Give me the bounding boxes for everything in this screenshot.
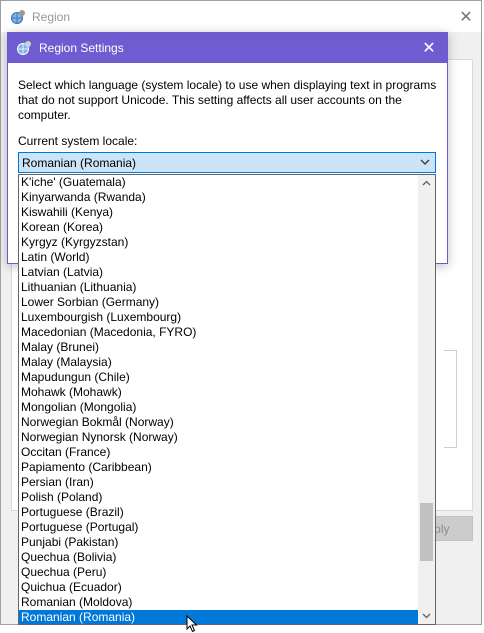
locale-list-item[interactable]: Mohawk (Mohawk): [19, 385, 418, 400]
chevron-down-icon: [422, 613, 431, 619]
scroll-down-button[interactable]: [418, 607, 435, 624]
locale-list-item[interactable]: Quechua (Bolivia): [19, 550, 418, 565]
chevron-up-icon: [422, 180, 431, 186]
close-icon: ✕: [422, 40, 436, 57]
locale-list-item[interactable]: Romanian (Moldova): [19, 595, 418, 610]
locale-list-item[interactable]: Lower Sorbian (Germany): [19, 295, 418, 310]
locale-list-item[interactable]: Macedonian (Macedonia, FYRO): [19, 325, 418, 340]
globe-settings-icon: [11, 9, 25, 24]
locale-list-item[interactable]: Occitan (France): [19, 445, 418, 460]
locale-list-item[interactable]: Papiamento (Caribbean): [19, 460, 418, 475]
locale-list-item[interactable]: Quichua (Ecuador): [19, 580, 418, 595]
locale-list-item[interactable]: K'iche' (Guatemala): [19, 175, 418, 190]
locale-dropdown-list[interactable]: K'iche' (Guatemala) Kinyarwanda (Rwanda) K…: [18, 174, 436, 625]
locale-list-item[interactable]: Lithuanian (Lithuania): [19, 280, 418, 295]
locale-list-item[interactable]: Romanian (Romania): [19, 610, 418, 624]
globe-settings-icon: [17, 41, 31, 55]
locale-list-item[interactable]: Punjabi (Pakistan): [19, 535, 418, 550]
region-close-button[interactable]: ✕: [451, 1, 481, 32]
locale-list-item[interactable]: Norwegian Nynorsk (Norway): [19, 430, 418, 445]
current-locale-label: Current system locale:: [18, 134, 138, 148]
dialog-close-button[interactable]: ✕: [419, 33, 439, 63]
locale-list-item[interactable]: Quechua (Peru): [19, 565, 418, 580]
chevron-down-icon[interactable]: [419, 156, 431, 168]
dialog-title: Region Settings: [39, 41, 124, 55]
region-window-title: Region: [32, 9, 71, 24]
locale-list-item[interactable]: Portuguese (Brazil): [19, 505, 418, 520]
scroll-up-button[interactable]: [418, 175, 435, 192]
region-inner-box: [444, 350, 457, 448]
locale-list-item[interactable]: Persian (Iran): [19, 475, 418, 490]
locale-list-item[interactable]: Latvian (Latvia): [19, 265, 418, 280]
locale-list-item[interactable]: Polish (Poland): [19, 490, 418, 505]
dialog-description: Select which language (system locale) to…: [18, 78, 437, 122]
combobox-selected-value: Romanian (Romania): [22, 155, 137, 170]
system-locale-combobox[interactable]: Romanian (Romania): [18, 152, 436, 173]
locale-list-item[interactable]: Kinyarwanda (Rwanda): [19, 190, 418, 205]
mouse-pointer-icon: [186, 615, 198, 633]
dropdown-scrollbar[interactable]: [418, 175, 435, 624]
locale-list-item[interactable]: Norwegian Bokmål (Norway): [19, 415, 418, 430]
locale-list: K'iche' (Guatemala) Kinyarwanda (Rwanda) K…: [19, 175, 418, 624]
locale-list-item[interactable]: Malay (Brunei): [19, 340, 418, 355]
dialog-titlebar[interactable]: Region Settings ✕: [8, 33, 447, 63]
close-icon: ✕: [459, 8, 473, 26]
locale-list-item[interactable]: Mapudungun (Chile): [19, 370, 418, 385]
locale-list-item[interactable]: Latin (World): [19, 250, 418, 265]
locale-list-item[interactable]: Korean (Korea): [19, 220, 418, 235]
locale-list-item[interactable]: Kyrgyz (Kyrgyzstan): [19, 235, 418, 250]
locale-list-item[interactable]: Kiswahili (Kenya): [19, 205, 418, 220]
locale-list-item[interactable]: Malay (Malaysia): [19, 355, 418, 370]
locale-list-item[interactable]: Portuguese (Portugal): [19, 520, 418, 535]
locale-list-item[interactable]: Luxembourgish (Luxembourg): [19, 310, 418, 325]
locale-list-item[interactable]: Mongolian (Mongolia): [19, 400, 418, 415]
scroll-thumb[interactable]: [420, 502, 433, 561]
region-titlebar[interactable]: Region ✕: [1, 1, 481, 32]
